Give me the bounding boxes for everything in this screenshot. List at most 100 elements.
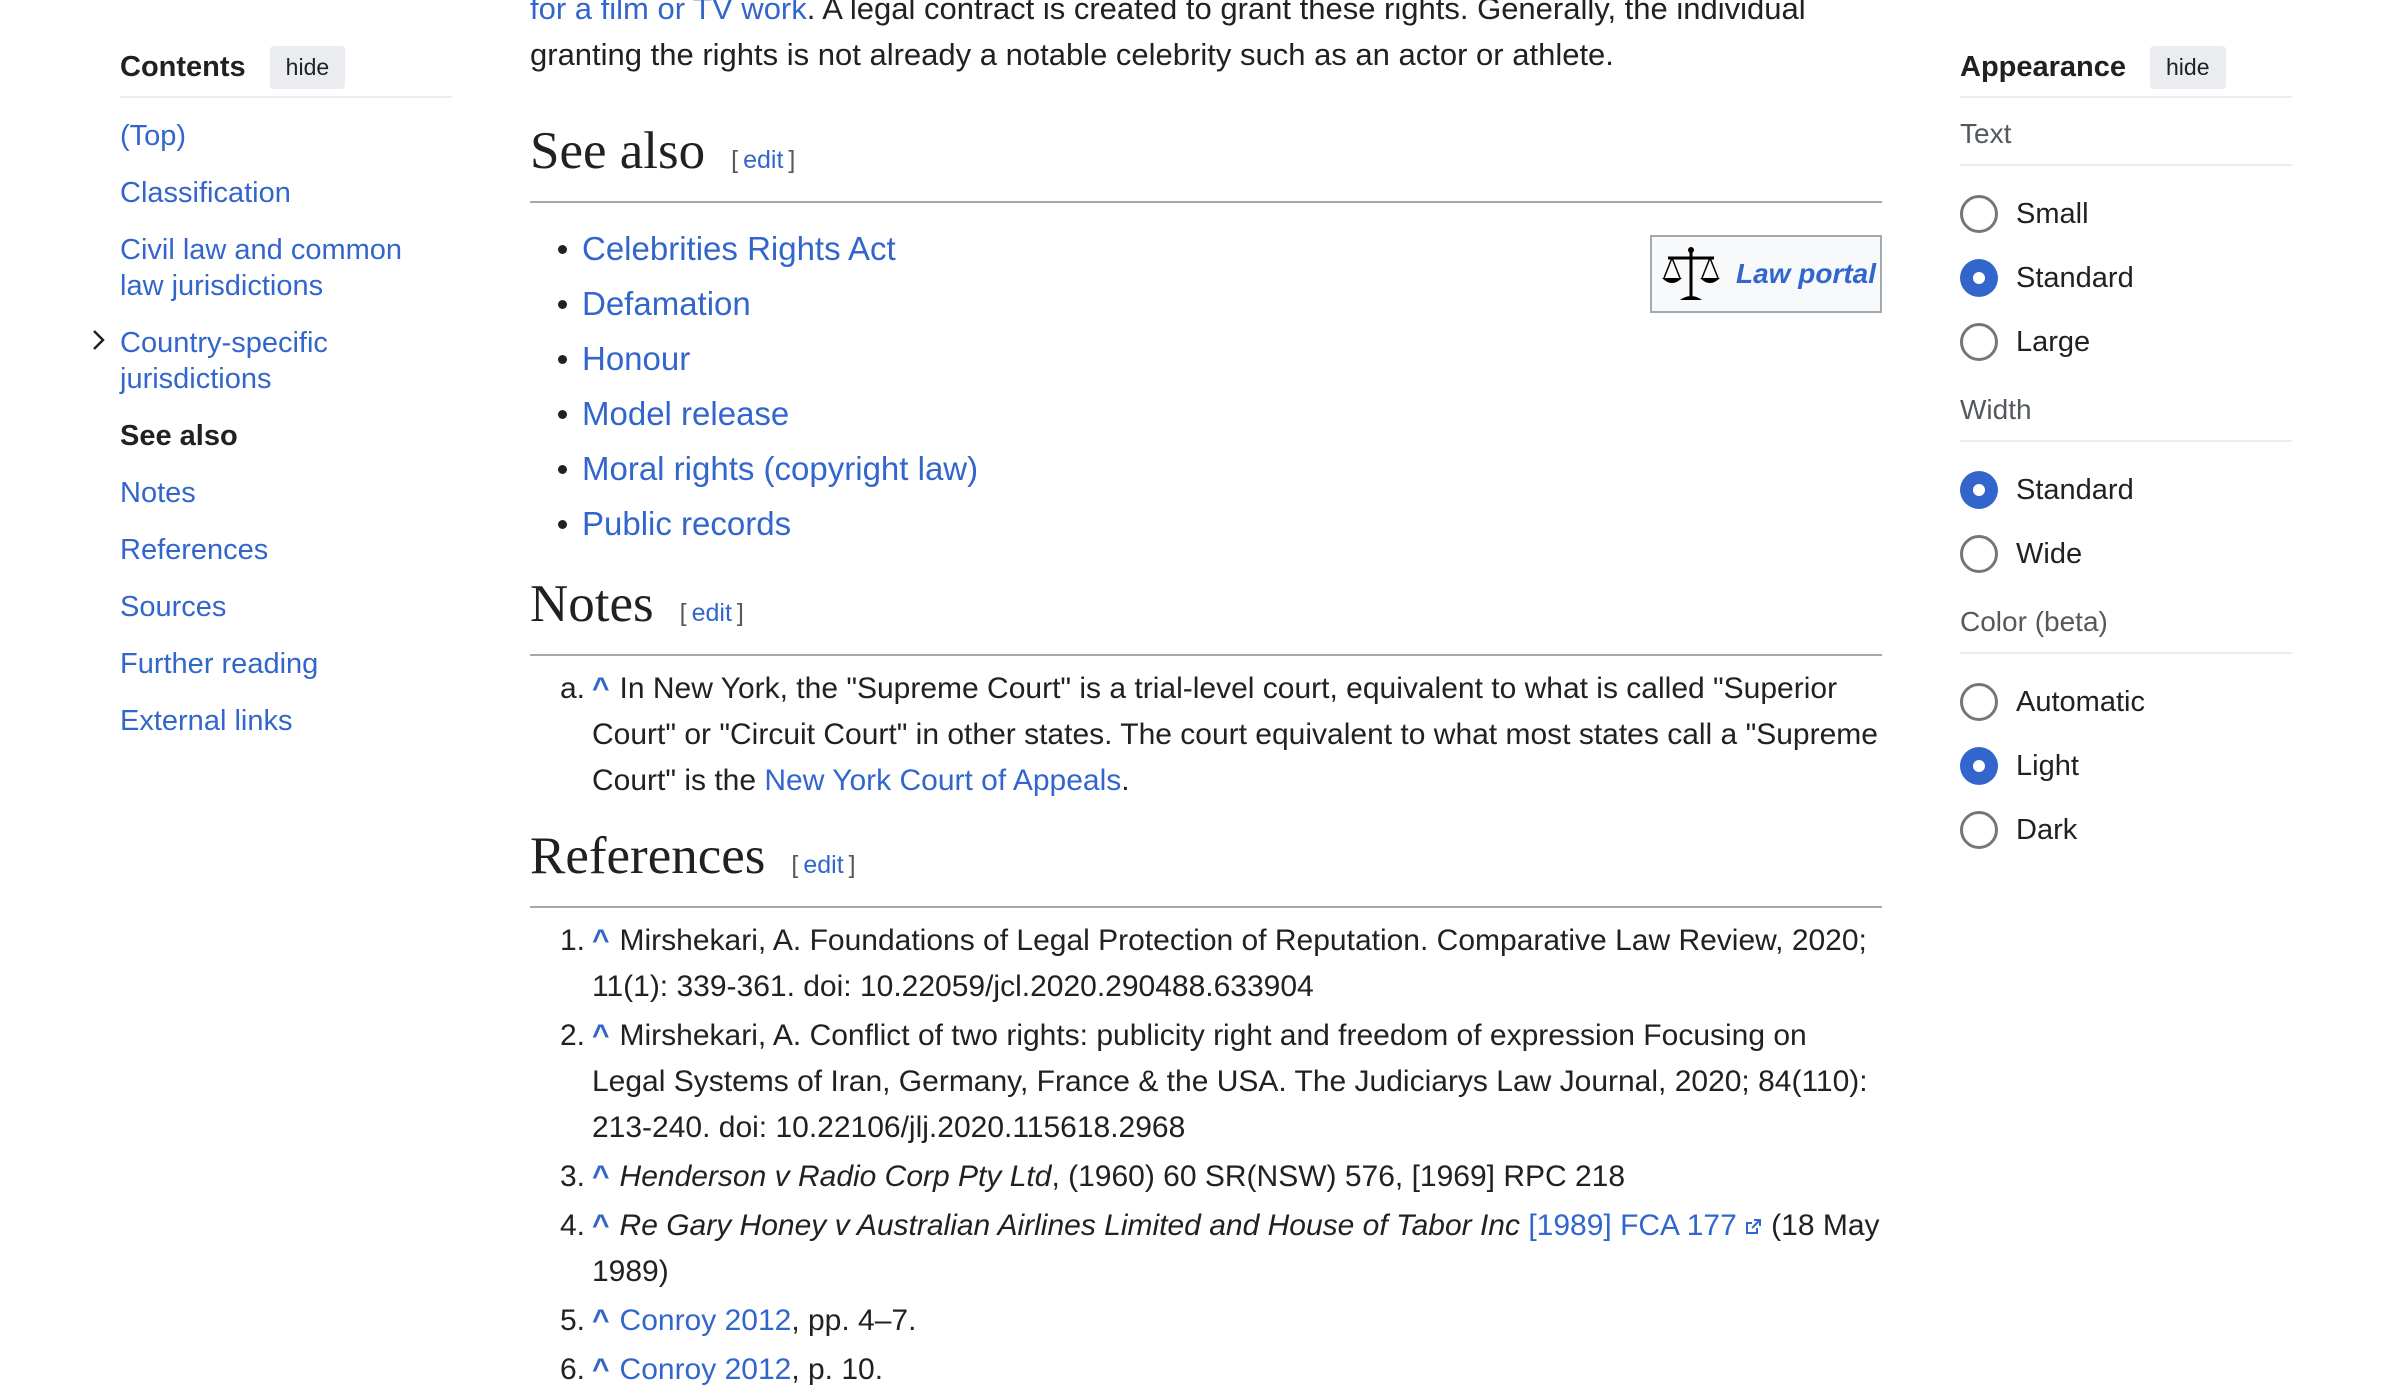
radio-button[interactable] xyxy=(1960,323,1998,361)
toc-link[interactable]: Notes xyxy=(120,477,196,509)
toc-item-references[interactable]: References xyxy=(120,522,452,579)
radio-width-standard[interactable]: Standard xyxy=(1960,458,2292,522)
chevron-right-icon[interactable] xyxy=(88,325,110,355)
intro-link[interactable]: for a film or TV work xyxy=(530,0,807,26)
toc-item-classification[interactable]: Classification xyxy=(120,165,452,222)
radio-label[interactable]: Standard xyxy=(2016,474,2134,507)
backlink-caret[interactable]: ^ xyxy=(592,1160,610,1193)
notes-section: Notes [edit] a. ^ In New York, the "Supre… xyxy=(530,569,1882,807)
see-also-link[interactable]: Public records xyxy=(582,505,791,542)
ref-marker: 1. xyxy=(560,924,586,957)
color-label: Color (beta) xyxy=(1960,586,2292,654)
toc-item-external-links[interactable]: External links xyxy=(120,693,452,750)
backlink-caret[interactable]: ^ xyxy=(592,672,610,705)
list-item[interactable]: Model release xyxy=(558,386,1882,441)
ref-link[interactable]: Conroy 2012 xyxy=(620,1304,792,1337)
see-also-heading: See also [edit] xyxy=(530,116,1882,203)
toc-link[interactable]: References xyxy=(120,534,268,566)
appearance-title: Appearance xyxy=(1960,50,2127,83)
see-also-link[interactable]: Model release xyxy=(582,395,789,432)
toc-item-civil-law[interactable]: Civil law and common law jurisdictions xyxy=(120,222,452,315)
toc-link[interactable]: Civil law and common law jurisdictions xyxy=(120,234,402,302)
ref-text: , (1960) 60 SR(NSW) 576, [1969] RPC 218 xyxy=(1051,1160,1626,1193)
note-link[interactable]: New York Court of Appeals xyxy=(764,764,1121,797)
toc-header: Contents hide xyxy=(120,45,452,98)
toc-hide-button[interactable]: hide xyxy=(269,45,346,89)
toc-item-see-also[interactable]: See also xyxy=(120,408,452,465)
radio-label[interactable]: Large xyxy=(2016,326,2090,359)
list-item: a. ^ In New York, the "Supreme Court" is … xyxy=(560,666,1882,807)
radio-button[interactable] xyxy=(1960,259,1998,297)
reference-item: 6. ^ Conroy 2012, p. 10. xyxy=(560,1347,1882,1396)
toc-link[interactable]: Classification xyxy=(120,177,291,209)
section-title: Notes xyxy=(530,575,654,633)
radio-text-small[interactable]: Small xyxy=(1960,182,2292,246)
appearance-hide-button[interactable]: hide xyxy=(2150,45,2226,89)
backlink-caret[interactable]: ^ xyxy=(592,924,610,957)
radio-button[interactable] xyxy=(1960,747,1998,785)
toc-item-sources[interactable]: Sources xyxy=(120,579,452,636)
toc-link[interactable]: External links xyxy=(120,705,292,737)
radio-label[interactable]: Small xyxy=(2016,198,2089,231)
law-portal-link[interactable]: Law portal xyxy=(1736,251,1876,297)
list-item[interactable]: Public records xyxy=(558,496,1882,551)
radio-button[interactable] xyxy=(1960,683,1998,721)
toc-item-top[interactable]: (Top) xyxy=(120,108,452,165)
external-link-icon xyxy=(1745,1219,1761,1235)
reference-item: 4. ^ Re Gary Honey v Australian Airlines … xyxy=(560,1203,1882,1298)
radio-color-automatic[interactable]: Automatic xyxy=(1960,670,2292,734)
reference-item: 2. ^ Mirshekari, A. Conflict of two right… xyxy=(560,1013,1882,1154)
radio-label[interactable]: Automatic xyxy=(2016,686,2145,719)
width-options: Standard Wide xyxy=(1960,442,2292,586)
note-tail: . xyxy=(1121,764,1130,797)
radio-text-standard[interactable]: Standard xyxy=(1960,246,2292,310)
radio-text-large[interactable]: Large xyxy=(1960,310,2292,374)
backlink-caret[interactable]: ^ xyxy=(592,1209,610,1242)
radio-button[interactable] xyxy=(1960,811,1998,849)
scales-of-justice-icon xyxy=(1662,247,1720,300)
toc-item-country-specific[interactable]: Country-specific jurisdictions xyxy=(93,315,452,408)
see-also-section: See also [edit] Celebrities Rights Act D… xyxy=(530,116,1882,551)
list-item[interactable]: Moral rights (copyright law) xyxy=(558,441,1882,496)
see-also-link[interactable]: Honour xyxy=(582,340,690,377)
toc-link[interactable]: Further reading xyxy=(120,648,318,680)
backlink-caret[interactable]: ^ xyxy=(592,1304,610,1337)
backlink-caret[interactable]: ^ xyxy=(592,1019,610,1052)
appearance-header: Appearance hide xyxy=(1960,45,2292,98)
toc-link[interactable]: Sources xyxy=(120,591,226,623)
list-item[interactable]: Honour xyxy=(558,331,1882,386)
toc-link[interactable]: (Top) xyxy=(120,120,186,152)
law-portal-box[interactable]: Law portal xyxy=(1650,235,1882,313)
edit-link[interactable]: edit xyxy=(743,146,783,174)
toc-item-further-reading[interactable]: Further reading xyxy=(120,636,452,693)
radio-width-wide[interactable]: Wide xyxy=(1960,522,2292,586)
see-also-link[interactable]: Defamation xyxy=(582,285,751,322)
ref-external-link[interactable]: [1989] FCA 177 xyxy=(1528,1209,1736,1242)
backlink-caret[interactable]: ^ xyxy=(592,1353,610,1386)
see-also-link[interactable]: Celebrities Rights Act xyxy=(582,230,896,267)
notes-heading: Notes [edit] xyxy=(530,569,1882,656)
ref-text: , pp. 4–7. xyxy=(791,1304,917,1337)
notes-list: a. ^ In New York, the "Supreme Court" is … xyxy=(530,666,1882,807)
radio-label[interactable]: Dark xyxy=(2016,814,2077,847)
toc-link[interactable]: Country-specific jurisdictions xyxy=(120,327,328,395)
radio-label[interactable]: Light xyxy=(2016,750,2079,783)
radio-color-dark[interactable]: Dark xyxy=(1960,798,2292,862)
toc-item-notes[interactable]: Notes xyxy=(120,465,452,522)
references-section: References [edit] 1. ^ Mirshekari, A. Fou… xyxy=(530,821,1882,1396)
radio-button[interactable] xyxy=(1960,195,1998,233)
radio-button[interactable] xyxy=(1960,535,1998,573)
ref-text: , p. 10. xyxy=(791,1353,884,1386)
radio-button[interactable] xyxy=(1960,471,1998,509)
edit-link[interactable]: edit xyxy=(692,599,732,627)
edit-link[interactable]: edit xyxy=(803,851,843,879)
edit-section: [edit] xyxy=(679,599,744,627)
radio-label[interactable]: Standard xyxy=(2016,262,2134,295)
ref-link[interactable]: Conroy 2012 xyxy=(620,1353,792,1386)
reference-item: 1. ^ Mirshekari, A. Foundations of Legal … xyxy=(560,918,1882,1013)
radio-label[interactable]: Wide xyxy=(2016,538,2082,571)
radio-color-light[interactable]: Light xyxy=(1960,734,2292,798)
color-options: Automatic Light Dark xyxy=(1960,654,2292,862)
see-also-link[interactable]: Moral rights (copyright law) xyxy=(582,450,978,487)
toc-list: (Top) Classification Civil law and commo… xyxy=(93,108,452,750)
